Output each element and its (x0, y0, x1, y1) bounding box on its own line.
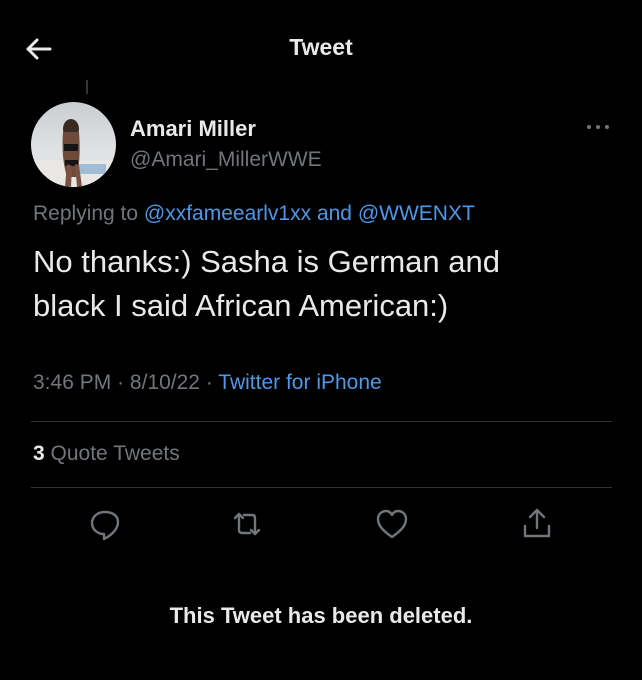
thread-connector-line (86, 80, 88, 94)
quote-tweets-count: 3 (33, 442, 45, 465)
reply-mention-joiner: and (316, 202, 352, 225)
reply-mention-2[interactable]: @WWENXT (358, 202, 475, 225)
tweet-text: No thanks:) Sasha is German and black I … (33, 244, 500, 323)
meta-separator: · (117, 371, 125, 394)
replying-to-label: Replying to (33, 202, 139, 225)
like-icon[interactable] (374, 506, 410, 542)
quote-tweets-label: Quote Tweets (50, 442, 180, 465)
deleted-tweet-notice: This Tweet has been deleted. (169, 603, 473, 628)
share-icon[interactable] (519, 506, 555, 542)
author-name[interactable]: Amari Miller (130, 116, 256, 142)
avatar[interactable] (31, 102, 116, 187)
retweet-icon[interactable] (229, 506, 265, 542)
tweet-source[interactable]: Twitter for iPhone (218, 371, 381, 394)
reply-icon[interactable] (87, 506, 123, 542)
more-options-icon[interactable] (585, 117, 611, 137)
author-handle[interactable]: @Amari_MillerWWE (130, 148, 322, 172)
tweet-time[interactable]: 3:46 PM (33, 371, 111, 394)
avatar-image (31, 102, 116, 187)
tweet-meta: 3:46 PM · 8/10/22 · Twitter for iPhone (33, 371, 382, 395)
quote-tweets-stat[interactable]: 3 Quote Tweets (33, 442, 180, 466)
page-title: Tweet (289, 34, 353, 60)
replying-to: Replying to @xxfameearlv1xx and @WWENXT (33, 202, 475, 226)
reply-mention-1[interactable]: @xxfameearlv1xx (144, 202, 311, 225)
divider (31, 487, 612, 488)
meta-separator: · (205, 371, 213, 394)
tweet-date[interactable]: 8/10/22 (130, 371, 200, 394)
top-bar: Tweet (0, 0, 642, 96)
divider (31, 421, 612, 422)
